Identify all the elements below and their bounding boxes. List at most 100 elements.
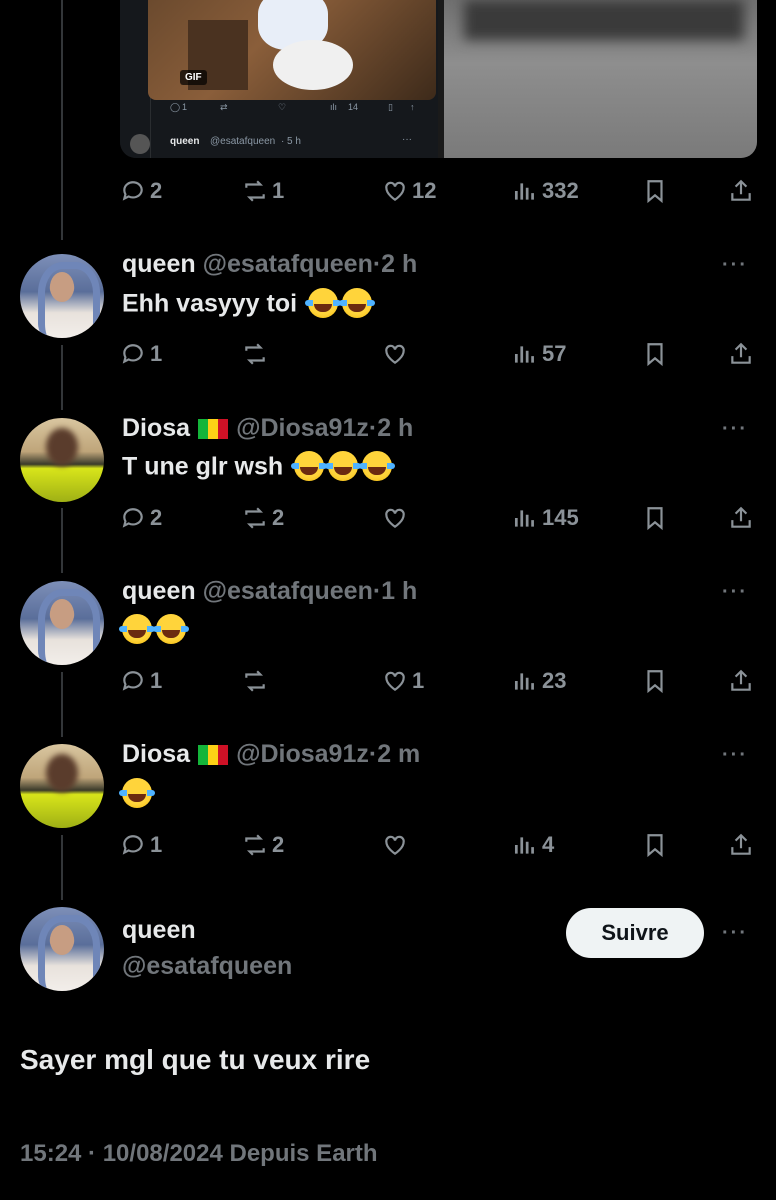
bookmark-button[interactable] xyxy=(642,668,668,694)
avatar[interactable] xyxy=(20,744,104,828)
like-icon xyxy=(385,835,405,855)
reply-count: 2 xyxy=(150,178,163,203)
repost-button[interactable] xyxy=(242,668,272,694)
reply-count: 1 xyxy=(150,668,163,693)
views-icon xyxy=(514,673,534,690)
bookmark-button[interactable] xyxy=(642,505,668,531)
avatar[interactable] xyxy=(20,581,104,665)
like-count: 12 xyxy=(412,178,437,203)
laughing-emoji xyxy=(339,288,376,318)
display-name[interactable]: queen xyxy=(122,250,196,278)
like-button[interactable] xyxy=(382,832,412,858)
bookmark-icon xyxy=(647,343,663,367)
share-button[interactable] xyxy=(728,668,754,694)
bookmark-icon xyxy=(647,180,663,204)
display-name[interactable]: queen xyxy=(122,577,196,605)
views-button[interactable]: 23 xyxy=(512,668,566,694)
reply-button[interactable]: 1 xyxy=(120,341,162,367)
repost-icon xyxy=(245,343,265,365)
display-name[interactable]: queen xyxy=(122,916,196,945)
timestamp[interactable]: 2 h xyxy=(381,250,417,278)
reply-button[interactable]: 1 xyxy=(120,832,162,858)
repost-icon xyxy=(245,670,265,692)
gif-thumbnail[interactable] xyxy=(148,0,436,100)
display-name[interactable]: Diosa xyxy=(122,414,190,442)
share-button[interactable] xyxy=(728,178,754,204)
views-count: 145 xyxy=(542,505,579,530)
more-icon[interactable]: ··· xyxy=(722,922,748,945)
bookmark-button[interactable] xyxy=(642,178,668,204)
reply-header: Diosa @Diosa91z·2 m xyxy=(122,740,420,769)
mini-like-icon: ♡ xyxy=(278,102,287,112)
action-bar: 1 1 23 xyxy=(120,668,760,698)
laughing-emoji xyxy=(119,614,155,644)
embedded-media[interactable]: GIF ◯ 1 ⇄ ♡ ılı 14 ▯ ↑ queen @esatafquee… xyxy=(120,0,757,158)
timestamp[interactable]: 2 h xyxy=(377,414,413,442)
more-icon[interactable]: ··· xyxy=(722,254,748,277)
thread-line-top xyxy=(61,0,63,240)
display-name[interactable]: Diosa xyxy=(122,740,190,768)
repost-button[interactable] xyxy=(242,341,272,367)
like-button[interactable] xyxy=(382,505,412,531)
gif-badge: GIF xyxy=(180,70,207,85)
handle[interactable]: @Diosa91z xyxy=(236,740,369,768)
share-button[interactable] xyxy=(728,505,754,531)
laughing-emoji xyxy=(359,451,396,481)
timestamp[interactable]: 1 h xyxy=(381,577,417,605)
mali-flag-icon xyxy=(198,743,229,766)
bookmark-button[interactable] xyxy=(642,341,668,367)
handle[interactable]: @esatafqueen xyxy=(203,250,373,278)
like-button[interactable] xyxy=(382,341,412,367)
reply-icon xyxy=(122,508,143,528)
share-button[interactable] xyxy=(728,341,754,367)
quoted-tweet-card[interactable]: GIF ◯ 1 ⇄ ♡ ılı 14 ▯ ↑ queen @esatafquee… xyxy=(120,0,438,158)
handle[interactable]: @Diosa91z xyxy=(236,414,369,442)
views-button[interactable]: 4 xyxy=(512,832,554,858)
more-icon[interactable]: ··· xyxy=(722,744,748,767)
views-count: 57 xyxy=(542,341,567,366)
repost-count: 1 xyxy=(272,178,285,203)
reply-icon xyxy=(122,181,143,201)
repost-button[interactable]: 2 xyxy=(242,832,284,858)
views-button[interactable]: 57 xyxy=(512,341,566,367)
reply-text xyxy=(119,614,189,648)
bookmark-button[interactable] xyxy=(642,832,668,858)
repost-button[interactable]: 1 xyxy=(242,178,284,204)
repost-icon xyxy=(245,834,265,856)
timestamp[interactable]: 2 m xyxy=(377,740,420,768)
action-bar: 1 2 4 xyxy=(120,832,760,862)
avatar[interactable] xyxy=(20,254,104,338)
handle[interactable]: @esatafqueen xyxy=(122,952,292,981)
reply-button[interactable]: 2 xyxy=(120,505,162,531)
avatar[interactable] xyxy=(20,907,104,991)
blurred-media[interactable] xyxy=(444,0,757,158)
more-icon[interactable]: ··· xyxy=(722,418,748,441)
share-button[interactable] xyxy=(728,832,754,858)
more-icon[interactable]: ··· xyxy=(722,581,748,604)
thread-line-4 xyxy=(61,835,63,900)
repost-icon xyxy=(245,180,265,202)
reply-header: Diosa @Diosa91z·2 h xyxy=(122,414,413,443)
mini-more-icon[interactable]: ··· xyxy=(402,134,412,145)
mini-reply-time: 5 h xyxy=(287,136,301,147)
mini-reply-name: queen xyxy=(170,136,200,147)
like-icon xyxy=(385,181,405,201)
views-button[interactable]: 145 xyxy=(512,505,579,531)
views-count: 332 xyxy=(542,178,579,203)
views-icon xyxy=(514,510,534,527)
views-button[interactable]: 332 xyxy=(512,178,579,204)
reply-count: 2 xyxy=(150,505,163,530)
thread-line-3 xyxy=(61,672,63,737)
like-button[interactable]: 12 xyxy=(382,178,436,204)
follow-button[interactable]: Suivre xyxy=(566,908,704,958)
handle[interactable]: @esatafqueen xyxy=(203,577,373,605)
reply-text: Ehh vasyyy toi xyxy=(122,288,376,322)
repost-button[interactable]: 2 xyxy=(242,505,284,531)
reply-button[interactable]: 2 xyxy=(120,178,162,204)
reply-icon xyxy=(122,671,143,691)
like-button[interactable]: 1 xyxy=(382,668,424,694)
mini-bookmark-icon: ▯ xyxy=(388,102,393,112)
reply-button[interactable]: 1 xyxy=(120,668,162,694)
reply-icon xyxy=(122,835,143,855)
avatar[interactable] xyxy=(20,418,104,502)
